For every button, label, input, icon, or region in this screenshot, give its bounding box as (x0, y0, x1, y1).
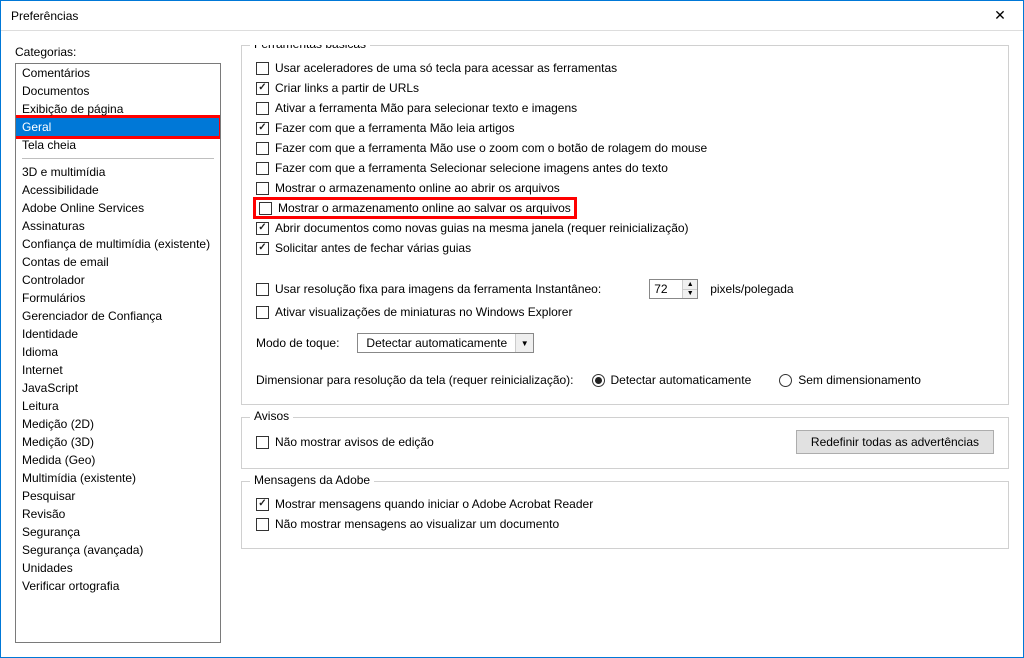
hide-edit-warnings-label: Não mostrar avisos de edição (275, 435, 434, 449)
category-item[interactable]: Confiança de multimídia (existente) (16, 235, 220, 253)
category-item[interactable]: Formulários (16, 289, 220, 307)
fixed-resolution-input[interactable] (650, 280, 682, 298)
category-item[interactable]: Medição (2D) (16, 415, 220, 433)
touch-mode-select[interactable]: Detectar automaticamente ▼ (357, 333, 534, 353)
thumbnails-checkbox[interactable] (256, 306, 269, 319)
option-checkbox[interactable] (259, 202, 272, 215)
category-item[interactable]: Documentos (16, 82, 220, 100)
option-checkbox[interactable] (256, 62, 269, 75)
category-item[interactable]: Leitura (16, 397, 220, 415)
option-label: Mostrar o armazenamento online ao salvar… (278, 201, 571, 215)
option-label: Usar aceleradores de uma só tecla para a… (275, 61, 617, 75)
category-item[interactable]: Adobe Online Services (16, 199, 220, 217)
option-label: Abrir documentos como novas guias na mes… (275, 221, 689, 235)
option-checkbox[interactable] (256, 222, 269, 235)
option-label: Fazer com que a ferramenta Selecionar se… (275, 161, 668, 175)
option-checkbox[interactable] (256, 242, 269, 255)
spin-down-icon[interactable]: ▼ (683, 290, 697, 299)
category-item[interactable]: JavaScript (16, 379, 220, 397)
option-checkbox[interactable] (256, 182, 269, 195)
option-checkbox[interactable] (256, 102, 269, 115)
categories-label: Categorias: (15, 45, 221, 59)
close-button[interactable]: ✕ (977, 1, 1023, 31)
thumbnails-label: Ativar visualizações de miniaturas no Wi… (275, 305, 572, 319)
option-label: Ativar a ferramenta Mão para selecionar … (275, 101, 577, 115)
fixed-resolution-field[interactable]: ▲ ▼ (649, 279, 698, 299)
option-checkbox[interactable] (256, 142, 269, 155)
option-label: Fazer com que a ferramenta Mão leia arti… (275, 121, 514, 135)
category-item[interactable]: Assinaturas (16, 217, 220, 235)
category-item[interactable]: Gerenciador de Confiança (16, 307, 220, 325)
spin-up-icon[interactable]: ▲ (683, 280, 697, 290)
chevron-down-icon[interactable]: ▼ (515, 334, 533, 352)
reset-warnings-button[interactable]: Redefinir todas as advertências (796, 430, 994, 454)
adobe-messages-group: Mensagens da Adobe Mostrar mensagens qua… (241, 481, 1009, 549)
touch-mode-value: Detectar automaticamente (358, 336, 515, 350)
category-item[interactable]: Geral (16, 118, 219, 136)
option-label: Criar links a partir de URLs (275, 81, 419, 95)
warnings-group: Avisos Não mostrar avisos de edição Rede… (241, 417, 1009, 469)
hide-edit-warnings-checkbox[interactable] (256, 436, 269, 449)
category-item[interactable]: Medição (3D) (16, 433, 220, 451)
fixed-resolution-unit: pixels/polegada (710, 282, 793, 296)
warnings-legend: Avisos (250, 409, 293, 423)
category-item[interactable]: 3D e multimídia (16, 163, 220, 181)
scale-auto-label: Detectar automaticamente (611, 373, 752, 387)
category-item[interactable]: Comentários (16, 64, 220, 82)
option-label: Fazer com que a ferramenta Mão use o zoo… (275, 141, 707, 155)
option-checkbox[interactable] (256, 498, 269, 511)
basic-tools-legend: Ferramentas básicas (250, 45, 370, 51)
scale-label: Dimensionar para resolução da tela (requ… (256, 373, 574, 387)
option-checkbox[interactable] (256, 82, 269, 95)
option-label: Mostrar o armazenamento online ao abrir … (275, 181, 560, 195)
option-label: Não mostrar mensagens ao visualizar um d… (275, 517, 559, 531)
option-checkbox[interactable] (256, 518, 269, 531)
category-item[interactable]: Idioma (16, 343, 220, 361)
adobe-messages-legend: Mensagens da Adobe (250, 473, 374, 487)
category-item[interactable]: Unidades (16, 559, 220, 577)
scale-none-label: Sem dimensionamento (798, 373, 921, 387)
category-item[interactable]: Pesquisar (16, 487, 220, 505)
fixed-resolution-label: Usar resolução fixa para imagens da ferr… (275, 282, 601, 296)
category-item[interactable]: Multimídia (existente) (16, 469, 220, 487)
window-title: Preferências (11, 9, 78, 23)
fixed-resolution-checkbox[interactable] (256, 283, 269, 296)
category-item[interactable]: Medida (Geo) (16, 451, 220, 469)
option-checkbox[interactable] (256, 162, 269, 175)
touch-mode-label: Modo de toque: (256, 336, 339, 350)
categories-listbox[interactable]: ComentáriosDocumentosExibição de páginaG… (15, 63, 221, 643)
category-item[interactable]: Contas de email (16, 253, 220, 271)
category-item[interactable]: Segurança (avançada) (16, 541, 220, 559)
category-item[interactable]: Controlador (16, 271, 220, 289)
option-label: Solicitar antes de fechar várias guias (275, 241, 471, 255)
scale-none-radio[interactable] (779, 374, 792, 387)
category-item[interactable]: Revisão (16, 505, 220, 523)
category-item[interactable]: Internet (16, 361, 220, 379)
option-label: Mostrar mensagens quando iniciar o Adobe… (275, 497, 593, 511)
category-item[interactable]: Acessibilidade (16, 181, 220, 199)
basic-tools-group: Ferramentas básicas Usar aceleradores de… (241, 45, 1009, 405)
category-item[interactable]: Verificar ortografia (16, 577, 220, 595)
category-item[interactable]: Tela cheia (16, 136, 220, 154)
category-item[interactable]: Identidade (16, 325, 220, 343)
category-item[interactable]: Segurança (16, 523, 220, 541)
option-checkbox[interactable] (256, 122, 269, 135)
scale-auto-radio[interactable] (592, 374, 605, 387)
